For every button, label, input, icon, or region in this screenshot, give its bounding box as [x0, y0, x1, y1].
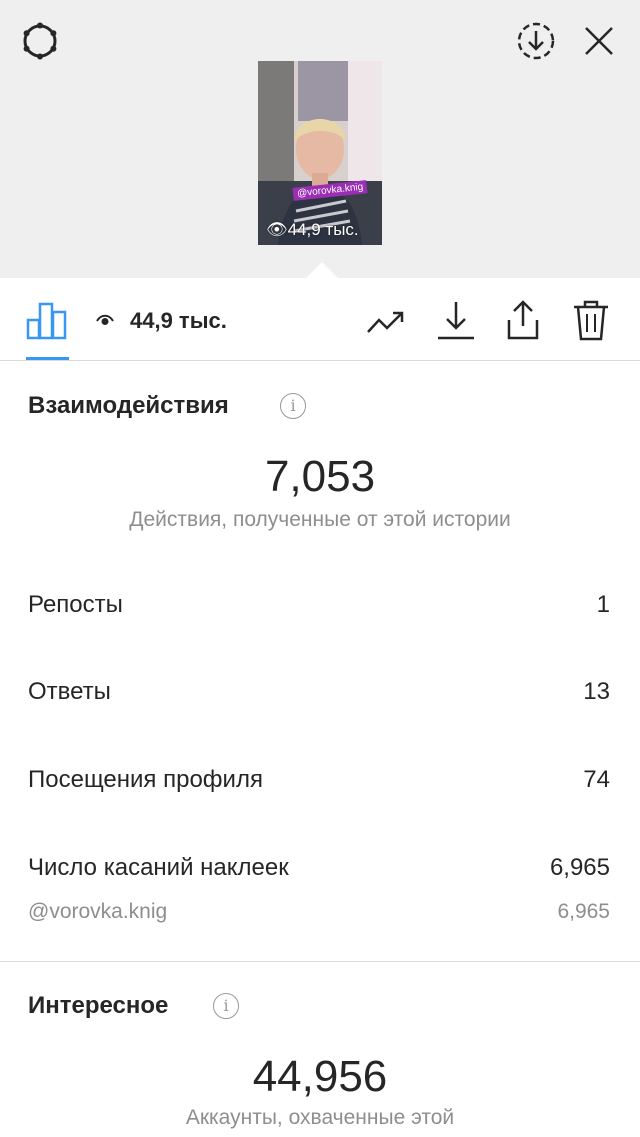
- share-button[interactable]: [503, 298, 543, 342]
- interactions-total: 7,053: [264, 452, 376, 501]
- interactions-caption: Действия, полученные от этой истории: [129, 508, 511, 531]
- delete-button[interactable]: [571, 298, 611, 342]
- tab-insights[interactable]: [26, 300, 70, 340]
- promote-button[interactable]: [366, 298, 406, 342]
- story-thumb-views-text: 44,9 тыс.: [287, 220, 359, 239]
- gear-icon: [23, 22, 57, 60]
- sticker-mention-value: 6,965: [557, 900, 610, 923]
- sticker-mention-label: @vorovka.knig: [28, 900, 168, 923]
- row-replies-value: 13: [583, 678, 610, 705]
- story-toolbar: 44,9 тыс.: [0, 278, 640, 361]
- close-icon: [585, 27, 613, 55]
- info-icon[interactable]: i: [213, 993, 239, 1019]
- row-reposts-value: 1: [596, 591, 610, 618]
- download-button[interactable]: [436, 298, 476, 342]
- story-preview-area: @vorovka.knig 👁44,9 тыс.: [0, 0, 640, 278]
- close-button[interactable]: [578, 20, 620, 62]
- trend-icon: [367, 311, 404, 333]
- views-count: 44,9 тыс.: [130, 308, 227, 333]
- section-divider: [0, 961, 640, 962]
- row-profile-visits-value: 74: [583, 766, 610, 793]
- story-thumbnail[interactable]: [258, 61, 382, 245]
- discovery-total: 44,956: [252, 1052, 388, 1101]
- row-reposts-label: Репосты: [28, 591, 123, 618]
- trash-icon: [574, 300, 608, 341]
- share-icon: [507, 300, 539, 340]
- interactions-title: Взаимодействия: [28, 392, 229, 419]
- story-image: [258, 61, 382, 245]
- download-icon: [438, 302, 474, 340]
- download-circle-icon: [517, 22, 555, 60]
- story-thumb-views: 👁44,9 тыс.: [266, 220, 359, 240]
- discovery-caption: Аккаунты, охваченные этой: [185, 1106, 455, 1129]
- eye-icon: 👁: [266, 220, 288, 239]
- thumb-pointer: [305, 262, 339, 279]
- bar-chart-icon: [26, 302, 67, 340]
- row-sticker-taps-label: Число касаний наклеек: [28, 854, 289, 881]
- active-tab-indicator: [26, 357, 69, 360]
- row-sticker-taps-value: 6,965: [549, 854, 610, 881]
- eye-icon: [96, 314, 114, 325]
- row-replies-label: Ответы: [28, 678, 111, 705]
- row-profile-visits-label: Посещения профиля: [28, 766, 263, 793]
- info-icon[interactable]: i: [280, 393, 306, 419]
- discovery-title: Интересное: [28, 992, 169, 1019]
- save-story-button[interactable]: [515, 20, 557, 62]
- settings-button[interactable]: [19, 20, 61, 62]
